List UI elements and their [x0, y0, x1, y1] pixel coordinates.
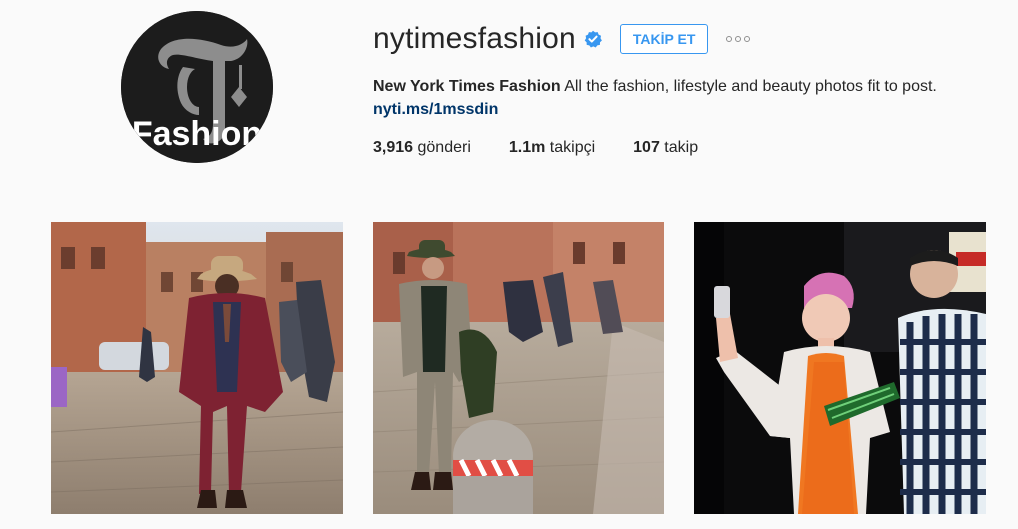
- following-stat[interactable]: 107 takip: [633, 137, 698, 159]
- verified-badge-icon: [584, 30, 602, 48]
- bio-text: All the fashion, lifestyle and beauty ph…: [560, 78, 937, 95]
- profile-page: Fashion nytimesfashion TAKİP ET New York…: [0, 0, 1018, 529]
- post-thumbnail[interactable]: [373, 222, 664, 514]
- profile-stats: 3,916 gönderi 1.1m takipçi 107 takip: [373, 137, 736, 159]
- followers-stat[interactable]: 1.1m takipçi: [509, 137, 595, 159]
- follow-button[interactable]: TAKİP ET: [619, 24, 709, 54]
- post-image-street-style-burgundy-coat: [51, 222, 343, 514]
- followers-count: 1.1m: [508, 139, 546, 156]
- more-options-icon[interactable]: [722, 24, 754, 54]
- full-name: New York Times Fashion: [373, 78, 561, 95]
- posts-count: 3,916: [373, 139, 414, 156]
- nyt-t-logo-icon: Fashion: [121, 11, 273, 163]
- dot-icon: [735, 36, 742, 42]
- followers-label: takipçi: [545, 139, 596, 156]
- profile-avatar[interactable]: Fashion: [121, 11, 273, 163]
- profile-link[interactable]: nyti.ms/1mssdin: [373, 99, 498, 121]
- following-label: takip: [659, 139, 699, 156]
- following-count: 107: [633, 139, 660, 156]
- avatar-text: Fashion: [132, 115, 262, 153]
- username: nytimesfashion: [373, 22, 576, 55]
- post-image-selfie-pink-hair: [694, 222, 986, 514]
- posts-label: gönderi: [413, 139, 471, 156]
- title-row: nytimesfashion TAKİP ET: [373, 17, 754, 61]
- dot-icon: [744, 36, 751, 42]
- dot-icon: [726, 36, 733, 42]
- post-thumbnail[interactable]: [694, 222, 986, 514]
- bio: New York Times Fashion All the fashion, …: [373, 76, 937, 98]
- post-image-street-style-tweed-jacket: [373, 222, 664, 514]
- posts-stat: 3,916 gönderi: [373, 137, 471, 159]
- post-thumbnail[interactable]: [51, 222, 343, 514]
